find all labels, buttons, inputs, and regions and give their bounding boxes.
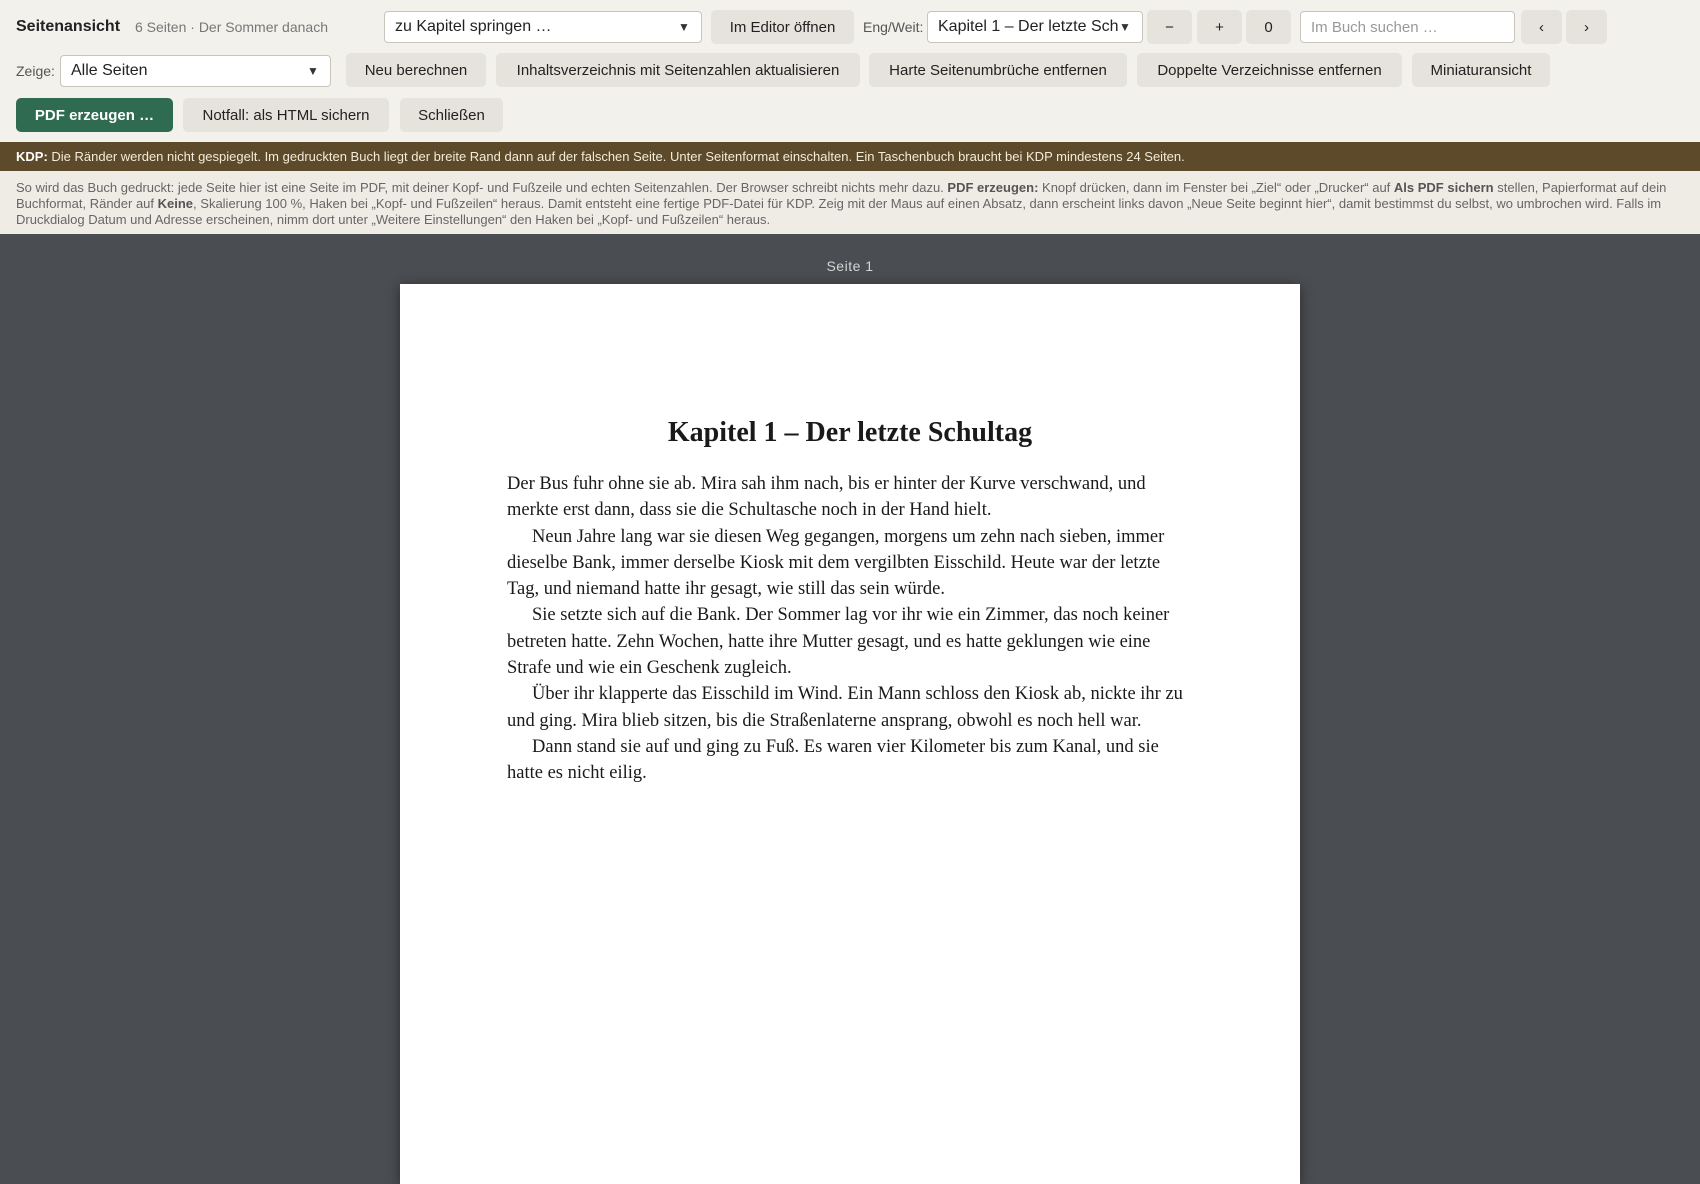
show-value: Alle Seiten (71, 62, 148, 79)
increase-button[interactable]: + (1197, 10, 1242, 44)
print-info: So wird das Buch gedruckt: jede Seite hi… (0, 171, 1700, 234)
info-bold-1: PDF erzeugen: (947, 180, 1039, 195)
info-text-1: So wird das Buch gedruckt: jede Seite hi… (16, 180, 948, 195)
next-result-button[interactable]: › (1566, 10, 1607, 44)
info-text-4: , Skalierung 100 %, Haken bei „Kopf- und… (16, 196, 1662, 227)
chevron-down-icon: ▼ (1119, 20, 1131, 34)
kdp-text: Die Ränder werden nicht gespiegelt. Im g… (47, 149, 1185, 164)
paragraph[interactable]: Neun Jahre lang war sie diesen Weg gegan… (507, 524, 1193, 603)
kdp-notice: KDP: Die Ränder werden nicht gespiegelt.… (0, 142, 1700, 171)
pdf-button[interactable]: PDF erzeugen … (16, 98, 173, 132)
paragraph[interactable]: Dann stand sie auf und ging zu Fuß. Es w… (507, 734, 1193, 787)
kdp-prefix: KDP: (16, 149, 48, 164)
page-body: Der Bus fuhr ohne sie ab. Mira sah ihm n… (507, 471, 1193, 787)
tracking-label: Eng/Weit: (863, 19, 924, 35)
tracking-chapter-value: Kapitel 1 – Der letzte Sch (938, 18, 1118, 35)
thumbnails-button[interactable]: Miniaturansicht (1412, 53, 1550, 87)
paragraph[interactable]: Der Bus fuhr ohne sie ab. Mira sah ihm n… (507, 471, 1193, 524)
info-bold-3: Keine (157, 196, 194, 211)
decrease-button[interactable]: − (1147, 10, 1192, 44)
page-title: Seitenansicht (16, 18, 121, 35)
tracking-value: 0 (1246, 10, 1291, 44)
info-text-2: Knopf drücken, dann im Fenster bei „Ziel… (1038, 180, 1394, 195)
remove-page-breaks-button[interactable]: Harte Seitenumbrüche entfernen (869, 53, 1127, 87)
book-info: 6 Seiten · Der Sommer danach (135, 19, 328, 35)
save-html-button[interactable]: Notfall: als HTML sichern (183, 98, 389, 132)
paragraph[interactable]: Über ihr klapperte das Eisschild im Wind… (507, 681, 1193, 734)
recalculate-button[interactable]: Neu berechnen (346, 53, 486, 87)
paragraph[interactable]: Sie setzte sich auf die Bank. Der Sommer… (507, 602, 1193, 681)
chevron-down-icon: ▼ (678, 20, 690, 34)
prev-result-button[interactable]: ‹ (1521, 10, 1562, 44)
toolbar: Seitenansicht 6 Seiten · Der Sommer dana… (0, 0, 1700, 142)
open-editor-button[interactable]: Im Editor öffnen (711, 10, 854, 44)
page-number-label: Seite 1 (826, 258, 874, 274)
chevron-down-icon: ▼ (307, 64, 319, 78)
close-button[interactable]: Schließen (400, 98, 503, 132)
search-input[interactable] (1300, 11, 1515, 43)
chapter-jump-value: zu Kapitel springen … (395, 18, 552, 35)
tracking-chapter-select[interactable]: Kapitel 1 – Der letzte Sch ▼ (927, 11, 1143, 43)
chapter-jump-select[interactable]: zu Kapitel springen … ▼ (384, 11, 702, 43)
update-toc-button[interactable]: Inhaltsverzeichnis mit Seitenzahlen aktu… (496, 53, 860, 87)
show-label: Zeige: (16, 63, 55, 79)
remove-duplicate-toc-button[interactable]: Doppelte Verzeichnisse entfernen (1137, 53, 1402, 87)
book-page: Kapitel 1 – Der letzte Schultag Der Bus … (400, 284, 1300, 1184)
show-select[interactable]: Alle Seiten ▼ (60, 55, 331, 87)
chapter-title: Kapitel 1 – Der letzte Schultag (667, 417, 1033, 448)
info-bold-2: Als PDF sichern (1393, 180, 1494, 195)
